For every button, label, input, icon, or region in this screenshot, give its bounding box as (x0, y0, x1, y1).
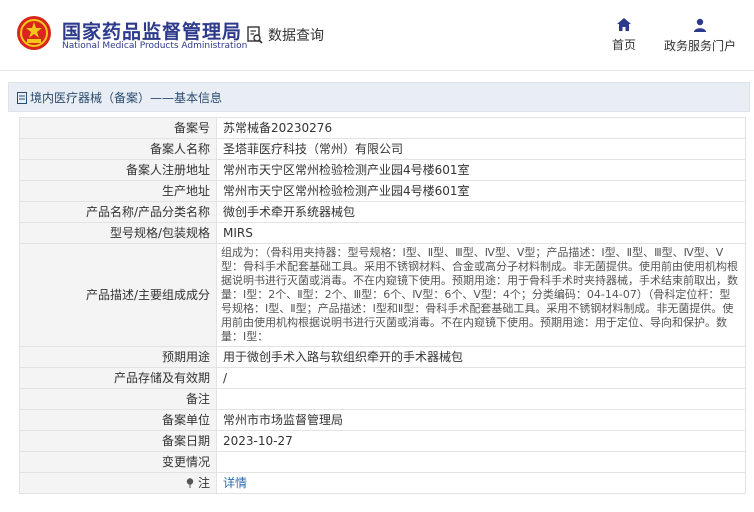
field-label: 产品存储及有效期 (19, 367, 217, 389)
field-label: 备案人注册地址 (19, 159, 217, 181)
field-value: / (216, 367, 746, 389)
table-row: 备案人注册地址 常州市天宁区常州检验检测产业园4号楼601室 (19, 159, 746, 181)
nav-service-portal[interactable]: 政务服务门户 (660, 18, 740, 54)
field-label: 备案人名称 (19, 138, 217, 160)
details-link[interactable]: 详情 (223, 476, 247, 490)
table-row: 备注 (19, 388, 746, 410)
field-value: MIRS (216, 222, 746, 244)
product-description-text: 组成为：（骨科用夹持器：型号规格：Ⅰ型、Ⅱ型、Ⅲ型、Ⅳ型、Ⅴ型；产品描述：Ⅰ型、… (221, 246, 738, 343)
table-row: 预期用途 用于微创手术入路与软组织牵开的手术器械包 (19, 346, 746, 368)
nav-home[interactable]: 首页 (607, 18, 641, 53)
data-query-link[interactable]: 数据查询 (247, 25, 324, 45)
table-row: 型号规格/包装规格 MIRS (19, 222, 746, 244)
field-value: 详情 (216, 472, 746, 494)
field-label: 注 (19, 472, 217, 494)
home-icon (617, 18, 631, 31)
field-label: 备注 (19, 388, 217, 410)
site-title[interactable]: 国家药品监督管理局 (62, 17, 242, 44)
note-label: 注 (197, 476, 210, 490)
pushpin-icon (186, 478, 194, 488)
field-value (216, 451, 746, 473)
field-value: 用于微创手术入路与软组织牵开的手术器械包 (216, 346, 746, 368)
table-row: 变更情况 (19, 451, 746, 473)
field-label: 备案号 (19, 117, 217, 139)
table-row: 备案单位 常州市市场监督管理局 (19, 409, 746, 431)
document-icon (17, 91, 27, 104)
site-header: 国家药品监督管理局 National Medical Products Admi… (0, 0, 754, 71)
table-row: 产品存储及有效期 / (19, 367, 746, 389)
document-search-icon (247, 26, 263, 44)
field-value: 圣塔菲医疗科技（常州）有限公司 (216, 138, 746, 160)
field-value: 苏常械备20230276 (216, 117, 746, 139)
breadcrumb-bar: 境内医疗器械（备案）——基本信息 (8, 82, 750, 112)
user-icon (694, 18, 706, 32)
field-label: 备案日期 (19, 430, 217, 452)
nav-home-label: 首页 (611, 38, 636, 52)
field-label: 备案单位 (19, 409, 217, 431)
table-row: 备案日期 2023-10-27 (19, 430, 746, 452)
field-value: 2023-10-27 (216, 430, 746, 452)
breadcrumb-text: 境内医疗器械（备案）——基本信息 (30, 91, 223, 105)
field-label: 产品名称/产品分类名称 (19, 201, 217, 223)
data-query-label: 数据查询 (268, 28, 324, 44)
breadcrumb: 境内医疗器械（备案）——基本信息 (17, 89, 222, 106)
field-label: 变更情况 (19, 451, 217, 473)
table-row: 生产地址 常州市天宁区常州检验检测产业园4号楼601室 (19, 180, 746, 202)
table-row: 备案号 苏常械备20230276 (19, 117, 746, 139)
table-row: 注 详情 (19, 472, 746, 494)
field-label: 生产地址 (19, 180, 217, 202)
field-value (216, 388, 746, 410)
table-row: 产品描述/主要组成成分 组成为：（骨科用夹持器：型号规格：Ⅰ型、Ⅱ型、Ⅲ型、Ⅳ型… (19, 243, 746, 347)
national-emblem-icon (17, 16, 51, 50)
field-value: 常州市天宁区常州检验检测产业园4号楼601室 (216, 180, 746, 202)
field-label: 预期用途 (19, 346, 217, 368)
field-value: 微创手术牵开系统器械包 (216, 201, 746, 223)
site-subtitle: National Medical Products Administration (62, 41, 248, 51)
field-value: 常州市天宁区常州检验检测产业园4号楼601室 (216, 159, 746, 181)
field-label: 型号规格/包装规格 (19, 222, 217, 244)
field-label: 产品描述/主要组成成分 (19, 243, 217, 347)
table-row: 备案人名称 圣塔菲医疗科技（常州）有限公司 (19, 138, 746, 160)
field-value: 常州市市场监督管理局 (216, 409, 746, 431)
record-detail-table: 备案号 苏常械备20230276 备案人名称 圣塔菲医疗科技（常州）有限公司 备… (19, 117, 746, 494)
nav-service-portal-label: 政务服务门户 (663, 39, 736, 53)
table-row: 产品名称/产品分类名称 微创手术牵开系统器械包 (19, 201, 746, 223)
field-value: 组成为：（骨科用夹持器：型号规格：Ⅰ型、Ⅱ型、Ⅲ型、Ⅳ型、Ⅴ型；产品描述：Ⅰ型、… (216, 243, 746, 347)
